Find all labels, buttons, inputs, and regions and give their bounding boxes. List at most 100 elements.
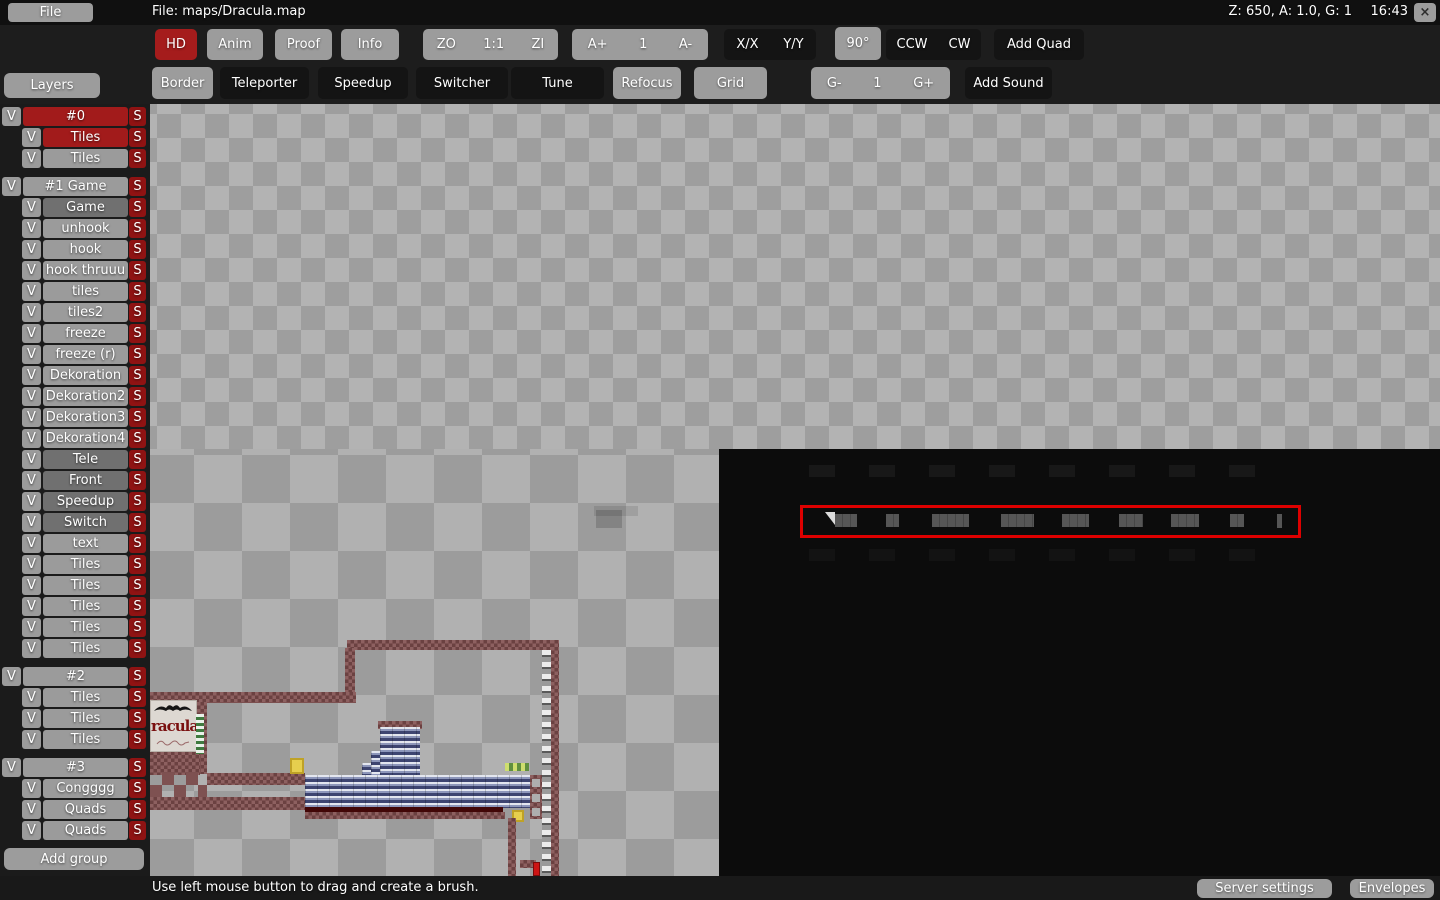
zoom-out-button[interactable]: ZO xyxy=(437,37,456,52)
layer-s-toggle[interactable]: S xyxy=(129,366,146,385)
layer-label[interactable]: Tiles xyxy=(43,597,128,616)
envelopes-button[interactable]: Envelopes xyxy=(1350,879,1434,898)
layer-s-toggle[interactable]: S xyxy=(129,324,146,343)
layer-s-toggle[interactable]: S xyxy=(129,492,146,511)
tileset-tile[interactable] xyxy=(1230,514,1244,527)
visibility-toggle[interactable]: V xyxy=(22,534,41,553)
layer-label[interactable]: Tiles xyxy=(43,555,128,574)
layer-s-toggle[interactable]: S xyxy=(129,219,146,238)
visibility-toggle[interactable]: V xyxy=(22,219,41,238)
layer-label[interactable]: Tiles xyxy=(43,128,128,147)
layer-s-toggle[interactable]: S xyxy=(129,758,146,777)
layer-s-toggle[interactable]: S xyxy=(129,282,146,301)
visibility-toggle[interactable]: V xyxy=(22,730,41,749)
tileset-tile[interactable] xyxy=(932,514,969,527)
layer-s-toggle[interactable]: S xyxy=(129,779,146,798)
tileset-tile[interactable] xyxy=(1001,514,1034,527)
layer-label[interactable]: Quads xyxy=(43,800,128,819)
visibility-toggle[interactable]: V xyxy=(22,198,41,217)
anim-speed-up-button[interactable]: A+ xyxy=(588,37,608,52)
add-quad-button[interactable]: Add Quad xyxy=(994,29,1084,60)
layer-label[interactable]: Tele xyxy=(43,450,128,469)
layer-label[interactable]: freeze (r) xyxy=(43,345,128,364)
visibility-toggle[interactable]: V xyxy=(2,177,21,196)
layer-label[interactable]: text xyxy=(43,534,128,553)
layer-s-toggle[interactable]: S xyxy=(129,387,146,406)
grid-smaller-button[interactable]: G- xyxy=(827,76,842,91)
layer-s-toggle[interactable]: S xyxy=(129,471,146,490)
layer-group-label[interactable]: #3 xyxy=(23,758,128,777)
visibility-toggle[interactable]: V xyxy=(2,667,21,686)
layer-label[interactable]: Quads xyxy=(43,821,128,840)
layer-s-toggle[interactable]: S xyxy=(129,128,146,147)
layer-group-label[interactable]: #2 xyxy=(23,667,128,686)
layer-s-toggle[interactable]: S xyxy=(129,618,146,637)
visibility-toggle[interactable]: V xyxy=(22,688,41,707)
layer-label[interactable]: Tiles xyxy=(43,576,128,595)
layer-label[interactable]: Switch xyxy=(43,513,128,532)
visibility-toggle[interactable]: V xyxy=(22,492,41,511)
visibility-toggle[interactable]: V xyxy=(22,709,41,728)
visibility-toggle[interactable]: V xyxy=(22,450,41,469)
layer-label[interactable]: Game xyxy=(43,198,128,217)
add-group-button[interactable]: Add group xyxy=(4,848,144,870)
layer-s-toggle[interactable]: S xyxy=(129,261,146,280)
layer-label[interactable]: tiles2 xyxy=(43,303,128,322)
grid-button[interactable]: Grid xyxy=(694,67,767,99)
visibility-toggle[interactable]: V xyxy=(22,261,41,280)
border-button[interactable]: Border xyxy=(152,67,213,99)
visibility-toggle[interactable]: V xyxy=(22,240,41,259)
visibility-toggle[interactable]: V xyxy=(22,303,41,322)
visibility-toggle[interactable]: V xyxy=(22,149,41,168)
rotate-cw-button[interactable]: CW xyxy=(949,37,971,52)
info-toggle-button[interactable]: Info xyxy=(341,29,399,60)
layer-s-toggle[interactable]: S xyxy=(129,639,146,658)
layer-s-toggle[interactable]: S xyxy=(129,555,146,574)
visibility-toggle[interactable]: V xyxy=(22,576,41,595)
flip-x-button[interactable]: X/X xyxy=(736,37,758,52)
tileset-tile[interactable] xyxy=(1119,514,1143,527)
layer-label[interactable]: Tiles xyxy=(43,618,128,637)
layer-s-toggle[interactable]: S xyxy=(129,597,146,616)
switcher-button[interactable]: Switcher xyxy=(416,67,508,99)
tileset-tile[interactable] xyxy=(835,514,857,527)
visibility-toggle[interactable]: V xyxy=(22,366,41,385)
layer-s-toggle[interactable]: S xyxy=(129,667,146,686)
visibility-toggle[interactable]: V xyxy=(22,429,41,448)
add-sound-button[interactable]: Add Sound xyxy=(965,67,1052,99)
layer-s-toggle[interactable]: S xyxy=(129,688,146,707)
layer-label[interactable]: unhook xyxy=(43,219,128,238)
tune-button[interactable]: Tune xyxy=(511,67,604,99)
layer-label[interactable]: Speedup xyxy=(43,492,128,511)
layer-label[interactable]: hook xyxy=(43,240,128,259)
zoom-reset-button[interactable]: 1:1 xyxy=(483,37,504,52)
grid-bigger-button[interactable]: G+ xyxy=(913,76,934,91)
tileset-tile[interactable] xyxy=(1062,514,1089,527)
layer-s-toggle[interactable]: S xyxy=(129,534,146,553)
layer-group-label[interactable]: #0 xyxy=(23,107,128,126)
visibility-toggle[interactable]: V xyxy=(22,408,41,427)
layer-group-label[interactable]: #1 Game xyxy=(23,177,128,196)
layer-s-toggle[interactable]: S xyxy=(129,240,146,259)
visibility-toggle[interactable]: V xyxy=(22,471,41,490)
layer-label[interactable]: tiles xyxy=(43,282,128,301)
tile-picker-panel[interactable] xyxy=(719,449,1440,876)
layer-label[interactable]: Tiles xyxy=(43,688,128,707)
layer-s-toggle[interactable]: S xyxy=(129,730,146,749)
layer-s-toggle[interactable]: S xyxy=(129,149,146,168)
layer-label[interactable]: hook thruuu xyxy=(43,261,128,280)
rotate-ccw-button[interactable]: CCW xyxy=(897,37,928,52)
visibility-toggle[interactable]: V xyxy=(22,618,41,637)
layer-label[interactable]: Tiles xyxy=(43,730,128,749)
layer-s-toggle[interactable]: S xyxy=(129,576,146,595)
tileset-tile[interactable] xyxy=(1277,514,1282,528)
visibility-toggle[interactable]: V xyxy=(22,779,41,798)
layer-s-toggle[interactable]: S xyxy=(129,198,146,217)
visibility-toggle[interactable]: V xyxy=(22,128,41,147)
refocus-button[interactable]: Refocus xyxy=(613,67,681,99)
layer-s-toggle[interactable]: S xyxy=(129,800,146,819)
layer-label[interactable]: Dekoration3 xyxy=(43,408,128,427)
visibility-toggle[interactable]: V xyxy=(22,387,41,406)
visibility-toggle[interactable]: V xyxy=(22,282,41,301)
server-settings-button[interactable]: Server settings xyxy=(1197,879,1332,898)
